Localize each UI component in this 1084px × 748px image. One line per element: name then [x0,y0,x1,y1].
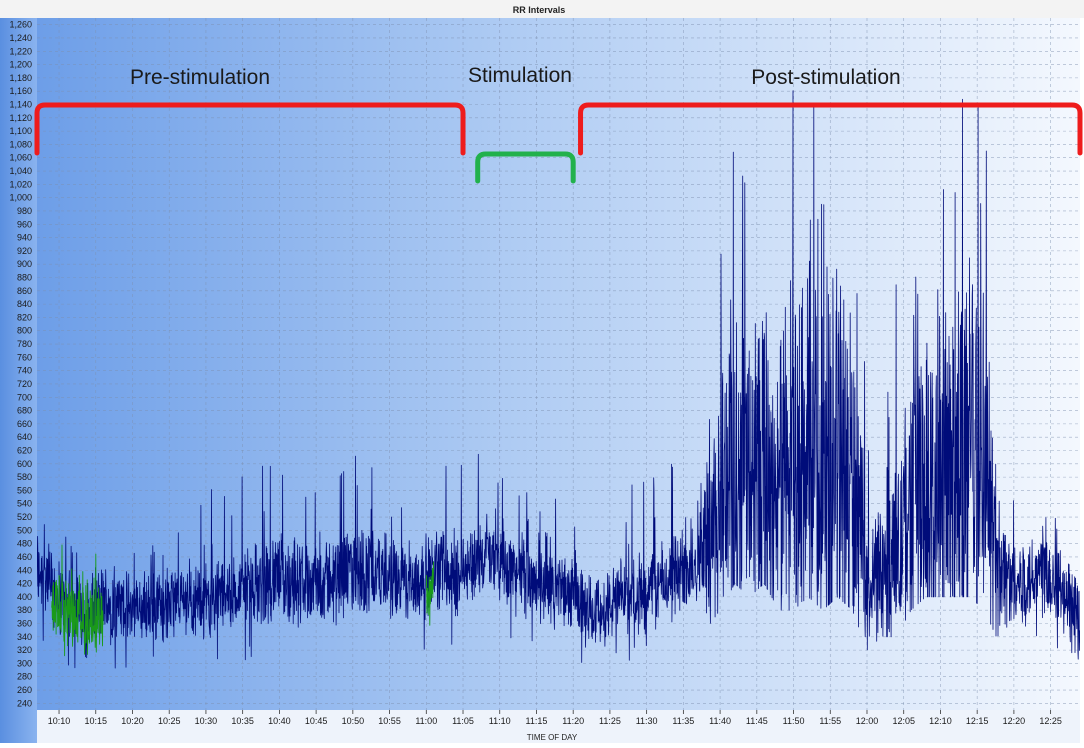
y-tick-label: 1,220 [9,46,32,56]
x-tick-label: 11:45 [746,716,768,726]
phase-label: Pre-stimulation [130,66,270,89]
x-tick-label: 10:35 [231,716,254,726]
y-tick-label: 720 [17,379,32,389]
x-tick-label: 11:10 [489,716,511,726]
x-tick-label: 11:35 [672,716,694,726]
y-tick-label: 1,000 [9,193,32,203]
y-tick-label: 1,080 [9,139,32,149]
y-tick-label: 940 [17,233,32,243]
x-tick-label: 10:30 [195,716,218,726]
x-tick-label: 12:15 [966,716,989,726]
phase-label: Post-stimulation [751,66,900,89]
y-tick-label: 440 [17,565,32,575]
y-tick-label: 840 [17,299,32,309]
y-tick-label: 300 [17,658,32,668]
chart-container: RR Intervals TIME OF DAY 240 260 280 300 320… [0,0,1084,748]
y-tick-label: 400 [17,592,32,602]
x-tick-label: 12:25 [1039,716,1062,726]
y-tick-label: 1,180 [9,73,32,83]
y-tick-label: 740 [17,366,32,376]
y-tick-label: 1,240 [9,33,32,43]
x-tick-label: 11:15 [526,716,548,726]
y-tick-label: 1,260 [9,20,32,30]
y-tick-label: 860 [17,286,32,296]
x-tick-label: 12:05 [892,716,915,726]
y-tick-label: 700 [17,392,32,402]
y-tick-label: 480 [17,539,32,549]
x-tick-label: 11:00 [415,716,437,726]
y-tick-label: 540 [17,499,32,509]
y-tick-label: 340 [17,632,32,642]
x-tick-label: 10:40 [268,716,291,726]
y-tick-label: 1,040 [9,166,32,176]
x-tick-label: 12:10 [929,716,952,726]
x-tick-label: 11:25 [599,716,621,726]
y-tick-label: 820 [17,312,32,322]
y-tick-label: 640 [17,432,32,442]
x-tick-label: 10:25 [158,716,181,726]
y-tick-label: 1,120 [9,113,32,123]
y-tick-label: 620 [17,446,32,456]
y-tick-label: 560 [17,485,32,495]
x-tick-label: 10:10 [48,716,71,726]
y-tick-label: 320 [17,645,32,655]
y-tick-label: 960 [17,219,32,229]
y-tick-label: 460 [17,552,32,562]
x-tick-label: 10:20 [121,716,144,726]
x-tick-label: 10:45 [305,716,328,726]
x-tick-label: 10:50 [342,716,365,726]
y-tick-label: 260 [17,685,32,695]
y-tick-label: 600 [17,459,32,469]
y-tick-label: 1,160 [9,86,32,96]
y-tick-label: 680 [17,406,32,416]
y-tick-label: 520 [17,512,32,522]
y-tick-label: 880 [17,273,32,283]
x-tick-label: 11:30 [636,716,658,726]
x-tick-label: 12:00 [856,716,879,726]
y-tick-label: 380 [17,605,32,615]
x-tick-label: 11:55 [819,716,841,726]
y-tick-label: 1,140 [9,100,32,110]
x-tick-label: 11:50 [783,716,805,726]
y-tick-label: 760 [17,352,32,362]
y-tick-label: 920 [17,246,32,256]
y-tick-label: 900 [17,259,32,269]
x-axis-title: TIME OF DAY [527,733,578,742]
y-tick-label: 1,200 [9,60,32,70]
x-tick-label: 11:05 [452,716,474,726]
y-tick-label: 360 [17,619,32,629]
y-tick-label: 1,020 [9,179,32,189]
chart-title: RR Intervals [513,5,566,15]
phase-label: Stimulation [468,64,572,87]
y-tick-label: 240 [17,698,32,708]
y-tick-label: 660 [17,419,32,429]
y-tick-label: 420 [17,579,32,589]
rr-intervals-chart: RR Intervals TIME OF DAY 240 260 280 300 320… [0,0,1084,748]
y-tick-label: 800 [17,326,32,336]
y-tick-label: 580 [17,472,32,482]
y-tick-label: 1,060 [9,153,32,163]
y-tick-label: 280 [17,672,32,682]
x-tick-label: 10:15 [84,716,107,726]
x-tick-label: 10:55 [378,716,401,726]
y-tick-label: 1,100 [9,126,32,136]
y-tick-label: 780 [17,339,32,349]
y-tick-label: 500 [17,525,32,535]
x-tick-label: 11:40 [709,716,731,726]
x-tick-label: 12:20 [1003,716,1026,726]
x-tick-label: 11:20 [562,716,584,726]
y-tick-label: 980 [17,206,32,216]
